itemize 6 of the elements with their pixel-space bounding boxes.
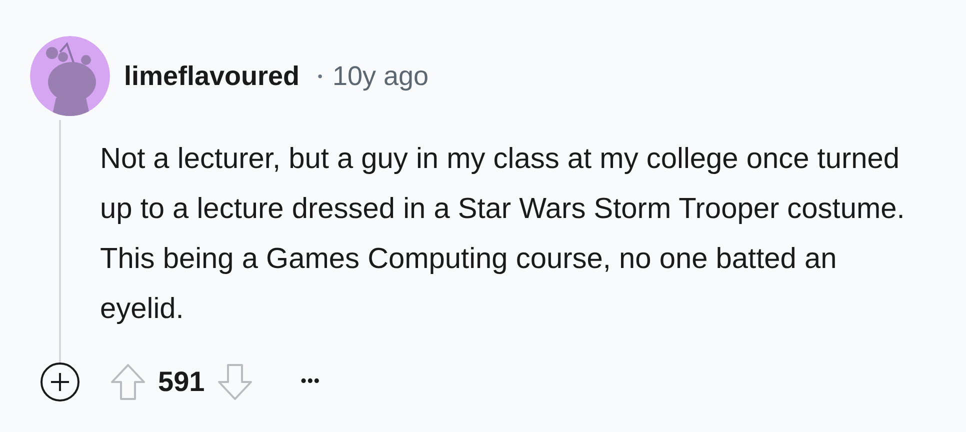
username[interactable]: limeflavoured (124, 56, 300, 96)
comment-text: Not a lecturer, but a guy in my class at my college once turned up to a lecture dressed in a Star Wars Storm Trooper costume. This being a Games Computing course, no one batted an eyelid. (100, 142, 906, 327)
more-options-button[interactable]: ••• (300, 370, 321, 394)
timestamp: 10y ago (332, 60, 429, 93)
vote-score: 591 (158, 365, 205, 399)
separator-dot: • (318, 66, 322, 86)
